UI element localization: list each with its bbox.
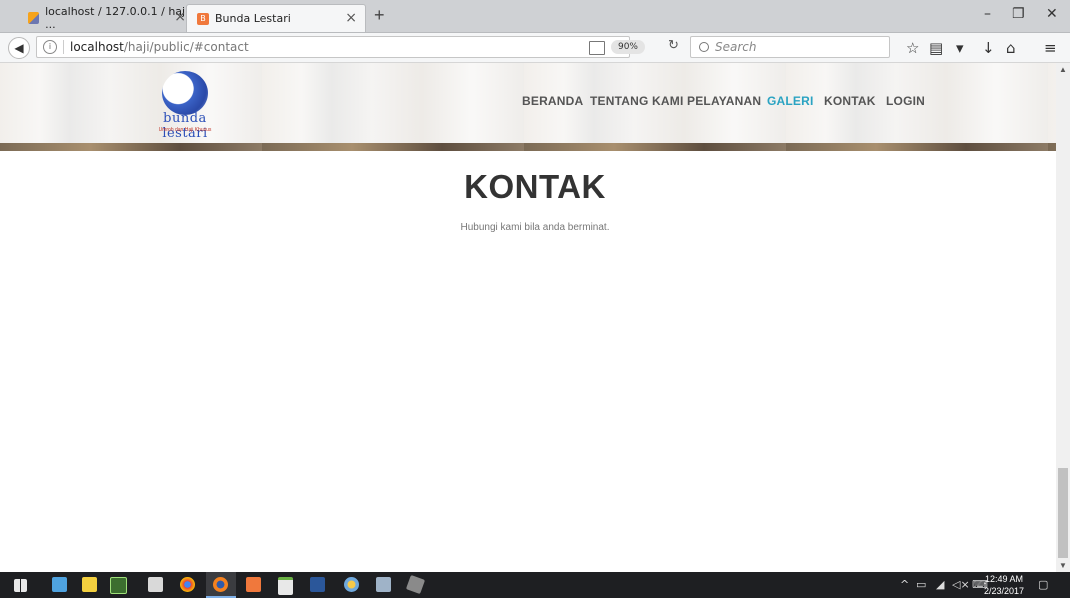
nav-item-tentang-kami[interactable]: TENTANG KAMI xyxy=(590,94,684,108)
banner-stripe xyxy=(0,143,1056,151)
reload-icon[interactable]: ↻ xyxy=(668,37,679,53)
dreamweaver-icon[interactable] xyxy=(110,577,127,594)
tab-title: Bunda Lestari xyxy=(215,12,291,25)
tab-bunda-lestari[interactable]: B Bunda Lestari × xyxy=(186,4,366,32)
xampp-icon[interactable] xyxy=(246,577,261,592)
minimize-icon[interactable]: – xyxy=(984,6,991,22)
restore-icon[interactable]: ❐ xyxy=(1012,6,1025,22)
sticky-notes-icon[interactable] xyxy=(82,577,97,592)
url-bar[interactable]: i localhost/haji/public/#contact 90% xyxy=(36,36,645,58)
home-icon[interactable]: ⌂ xyxy=(1006,39,1016,57)
weather-icon[interactable] xyxy=(344,577,359,592)
phpmyadmin-icon xyxy=(28,12,40,24)
header-banner: bunda lestari Umroh dan Haji Khusus BERA… xyxy=(0,63,1056,151)
clock-date: 2/23/2017 xyxy=(983,586,1025,596)
reader-view-icon[interactable] xyxy=(589,41,605,55)
browser-tab-strip: localhost / 127.0.0.1 / haji ... × B Bun… xyxy=(0,0,1070,33)
pocket-icon[interactable]: ▾ xyxy=(956,39,964,57)
bookmark-star-icon[interactable]: ☆ xyxy=(906,39,919,57)
scroll-thumb[interactable] xyxy=(1058,468,1068,558)
new-tab-icon[interactable]: + xyxy=(374,5,385,26)
web-page: bunda lestari Umroh dan Haji Khusus BERA… xyxy=(0,63,1056,572)
search-icon xyxy=(699,42,709,52)
windows-taskbar: ^ ▭ ◢ ◁× ⌨ 12:49 AM 2/23/2017 ▢ xyxy=(0,572,1070,598)
zoom-level[interactable]: 90% xyxy=(611,40,645,54)
menu-icon[interactable]: ≡ xyxy=(1044,39,1057,57)
nav-item-beranda[interactable]: BERANDA xyxy=(522,94,583,108)
back-arrow-icon[interactable]: ◀ xyxy=(8,37,30,59)
nav-item-kontak[interactable]: KONTAK xyxy=(824,94,876,108)
paint-icon[interactable] xyxy=(148,577,163,592)
scroll-down-icon[interactable]: ▼ xyxy=(1059,561,1067,570)
nav-item-pelayanan[interactable]: PELAYANAN xyxy=(687,94,761,108)
network-icon[interactable]: ◢ xyxy=(936,578,944,591)
chrome-icon[interactable] xyxy=(180,577,195,592)
site-logo[interactable]: bunda lestari Umroh dan Haji Khusus xyxy=(140,71,230,141)
section-title: KONTAK xyxy=(464,168,606,205)
logo-emblem-icon xyxy=(162,71,208,115)
page-scrollbar[interactable]: ▲ ▼ xyxy=(1056,63,1070,572)
bookmarks-library-icon[interactable]: ▤ xyxy=(929,39,943,57)
url-separator xyxy=(63,40,64,54)
start-windows-icon[interactable] xyxy=(14,579,27,592)
nav-item-login[interactable]: LOGIN xyxy=(886,94,925,108)
url-path: /haji/public/#contact xyxy=(123,40,249,54)
logo-tagline: Umroh dan Haji Khusus xyxy=(158,127,212,133)
firefox-icon[interactable] xyxy=(213,577,228,592)
search-input[interactable]: Search xyxy=(690,36,890,58)
site-favicon-icon: B xyxy=(197,12,209,25)
section-subtitle: Hubungi kami bila anda berminat. xyxy=(460,222,610,233)
tool-icon[interactable] xyxy=(405,574,426,595)
system-clock[interactable]: 12:49 AM 2/23/2017 xyxy=(980,573,1028,597)
scroll-up-icon[interactable]: ▲ xyxy=(1059,65,1067,74)
info-icon[interactable]: i xyxy=(43,40,57,54)
close-icon[interactable]: × xyxy=(174,9,186,25)
clock-time: 12:49 AM xyxy=(984,574,1024,584)
photos-icon[interactable] xyxy=(376,577,391,592)
close-icon[interactable]: × xyxy=(345,10,357,26)
battery-icon[interactable]: ▭ xyxy=(916,578,926,591)
file-explorer-icon[interactable] xyxy=(52,577,67,592)
tab-title: localhost / 127.0.0.1 / haji ... xyxy=(45,5,189,31)
url-host: localhost xyxy=(70,40,124,54)
downloads-icon[interactable]: ↓ xyxy=(982,39,995,57)
tray-chevron-icon[interactable]: ^ xyxy=(900,578,909,591)
notepad-plus-icon[interactable] xyxy=(278,577,293,595)
logo-text: bunda lestari xyxy=(162,111,208,141)
search-placeholder: Search xyxy=(715,40,757,54)
close-window-icon[interactable]: ✕ xyxy=(1046,6,1058,22)
volume-icon[interactable]: ◁× xyxy=(952,578,970,591)
nav-item-galeri[interactable]: GALERI xyxy=(767,94,814,108)
tab-phpmyadmin[interactable]: localhost / 127.0.0.1 / haji ... × xyxy=(22,4,190,32)
word-icon[interactable] xyxy=(310,577,325,592)
notifications-icon[interactable]: ▢ xyxy=(1038,578,1048,591)
